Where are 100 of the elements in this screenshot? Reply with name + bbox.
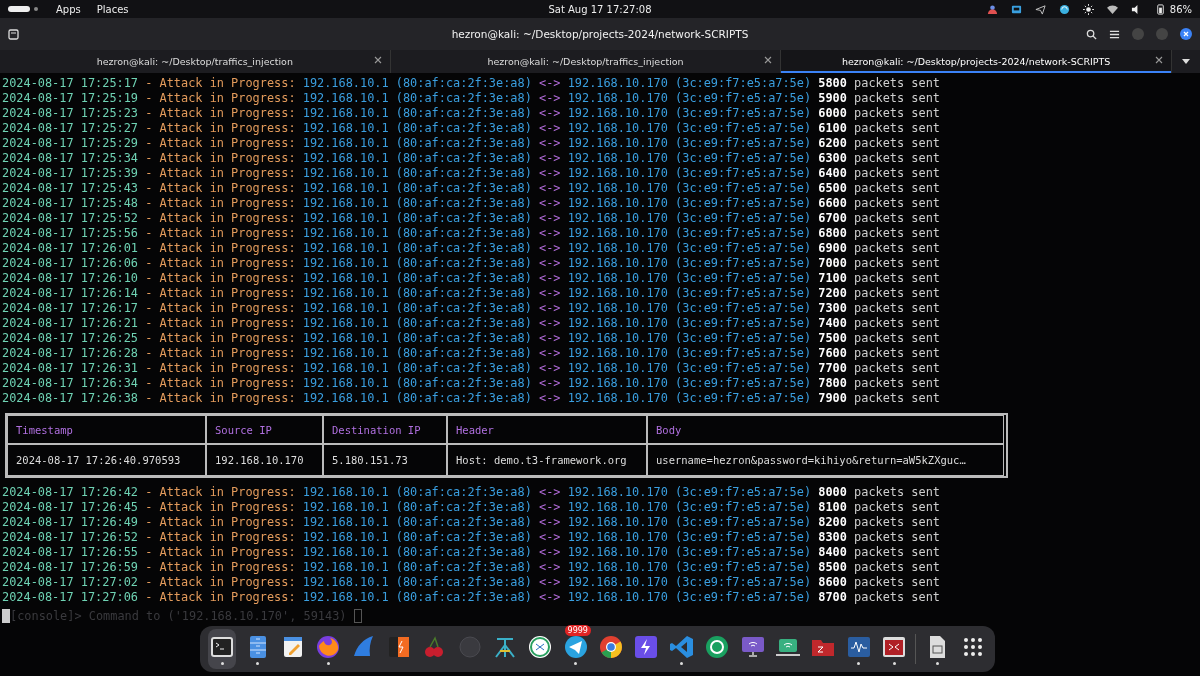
fox-browser-icon[interactable]	[315, 633, 342, 660]
chrome-icon[interactable]	[598, 633, 625, 660]
log-message: - Attack in Progress:	[145, 346, 296, 360]
workspace-dot[interactable]	[34, 7, 38, 11]
packet-count: 6500	[818, 181, 847, 195]
workspace-indicator[interactable]	[8, 6, 30, 12]
ip-address: 192.168.10.1	[302, 196, 389, 210]
ip-address: 192.168.10.1	[302, 376, 389, 390]
packet-count: 8600	[818, 575, 847, 589]
close-icon[interactable]	[373, 56, 382, 64]
mac-address: (3c:e9:f7:e5:a7:5e)	[675, 211, 812, 225]
battery-percent: 86%	[1169, 3, 1192, 15]
ip-address: 192.168.10.170	[567, 376, 668, 390]
dock-item[interactable]	[208, 629, 237, 669]
log-message: - Attack in Progress:	[145, 286, 296, 300]
mac-address: (80:af:ca:2f:3e:a8)	[395, 590, 532, 604]
mac-address: (80:af:ca:2f:3e:a8)	[395, 545, 532, 559]
notification-badge: 9999	[564, 625, 591, 636]
packets-label: packets sent	[854, 391, 940, 405]
arrow-symbol: <->	[539, 530, 561, 544]
person-icon[interactable]	[986, 3, 998, 15]
arrow-symbol: <->	[539, 485, 561, 499]
ip-address: 192.168.10.1	[302, 530, 389, 544]
log-timestamp: 2024-08-17 17:25:27	[2, 121, 139, 135]
packets-label: packets sent	[854, 271, 940, 285]
close-icon[interactable]	[1155, 56, 1163, 64]
sync-icon[interactable]	[1058, 3, 1070, 15]
mac-address: (3c:e9:f7:e5:a7:5e)	[675, 500, 812, 514]
mac-address: (80:af:ca:2f:3e:a8)	[395, 361, 532, 375]
packet-count: 8300	[818, 530, 847, 544]
packet-count: 7500	[818, 331, 847, 345]
log-timestamp: 2024-08-17 17:25:39	[2, 166, 139, 180]
ip-address: 192.168.10.1	[302, 575, 389, 589]
ip-address: 192.168.10.170	[567, 485, 668, 499]
packet-count: 8500	[818, 560, 847, 574]
bolt-icon[interactable]	[633, 633, 660, 660]
mac-address: (3c:e9:f7:e5:a7:5e)	[675, 545, 812, 559]
arrow-symbol: <->	[539, 106, 561, 120]
packets-label: packets sent	[854, 301, 940, 315]
mac-address: (80:af:ca:2f:3e:a8)	[395, 301, 532, 315]
mac-address: (3c:e9:f7:e5:a7:5e)	[675, 391, 812, 405]
arrow-symbol: <->	[539, 271, 561, 285]
ip-address: 192.168.10.170	[567, 211, 668, 225]
battery-icon[interactable]	[1154, 3, 1166, 15]
packet-count: 7700	[818, 361, 847, 375]
remote-icon[interactable]	[527, 633, 554, 660]
packets-label: packets sent	[854, 91, 940, 105]
close-icon[interactable]	[1180, 28, 1192, 40]
log-message: - Attack in Progress:	[145, 136, 296, 150]
log-message: - Attack in Progress:	[145, 376, 296, 390]
packet-count: 7400	[818, 316, 847, 330]
close-icon[interactable]	[764, 56, 773, 64]
top-menu[interactable]: Apps	[56, 3, 81, 15]
dropdown-icon[interactable]	[1182, 59, 1190, 64]
ip-address: 192.168.10.1	[302, 226, 389, 240]
clock[interactable]: Sat Aug 17 17:27:08	[530, 3, 670, 15]
mac-address: (3c:e9:f7:e5:a7:5e)	[675, 121, 812, 135]
log-message: - Attack in Progress:	[145, 241, 296, 255]
log-timestamp: 2024-08-17 17:27:02	[2, 575, 139, 589]
brightness-icon[interactable]	[1082, 3, 1094, 15]
code-editor-icon[interactable]	[668, 633, 695, 660]
ip-address: 192.168.10.1	[302, 346, 389, 360]
packets-label: packets sent	[854, 560, 940, 574]
packet-count: 6200	[818, 136, 847, 150]
packet-count: 8400	[818, 545, 847, 559]
arrow-symbol: <->	[539, 286, 561, 300]
mac-address: (80:af:ca:2f:3e:a8)	[395, 560, 532, 574]
menu-icon[interactable]	[1109, 28, 1120, 40]
packets-label: packets sent	[854, 575, 940, 589]
log-timestamp: 2024-08-17 17:26:17	[2, 301, 139, 315]
packets-label: packets sent	[854, 256, 940, 270]
packet-count: 6700	[818, 211, 847, 225]
mac-address: (3c:e9:f7:e5:a7:5e)	[675, 331, 812, 345]
search-icon[interactable]	[1086, 28, 1097, 40]
screen-icon[interactable]	[1010, 3, 1022, 15]
packet-count: 7200	[818, 286, 847, 300]
packet-count: 5800	[818, 76, 847, 90]
send-icon[interactable]	[1034, 3, 1046, 15]
log-timestamp: 2024-08-17 17:26:34	[2, 376, 139, 390]
paper-plane-icon[interactable]	[562, 633, 589, 660]
ip-address: 192.168.10.170	[567, 181, 668, 195]
terminal-tab[interactable]: hezron@kali: ~/Desktop/projects-2024/network-SCRIPTS	[781, 50, 1172, 73]
top-menu[interactable]: Places	[96, 3, 129, 15]
ip-address: 192.168.10.170	[567, 391, 668, 405]
mac-address: (80:af:ca:2f:3e:a8)	[395, 106, 532, 120]
mac-address: (3c:e9:f7:e5:a7:5e)	[675, 91, 812, 105]
packets-label: packets sent	[854, 106, 940, 120]
ip-address: 192.168.10.1	[302, 271, 389, 285]
log-message: - Attack in Progress:	[145, 211, 296, 225]
new-tab-icon[interactable]	[8, 28, 20, 40]
ring-icon[interactable]	[704, 633, 731, 660]
arrow-symbol: <->	[539, 181, 561, 195]
mac-address: (80:af:ca:2f:3e:a8)	[395, 500, 532, 514]
ip-address: 192.168.10.1	[302, 485, 389, 499]
log-message: - Attack in Progress:	[145, 485, 296, 499]
log-timestamp: 2024-08-17 17:25:56	[2, 226, 139, 240]
mac-address: (3c:e9:f7:e5:a7:5e)	[675, 181, 812, 195]
wifi-icon[interactable]	[1106, 3, 1118, 15]
mac-address: (80:af:ca:2f:3e:a8)	[395, 271, 532, 285]
packet-count: 6100	[818, 121, 847, 135]
